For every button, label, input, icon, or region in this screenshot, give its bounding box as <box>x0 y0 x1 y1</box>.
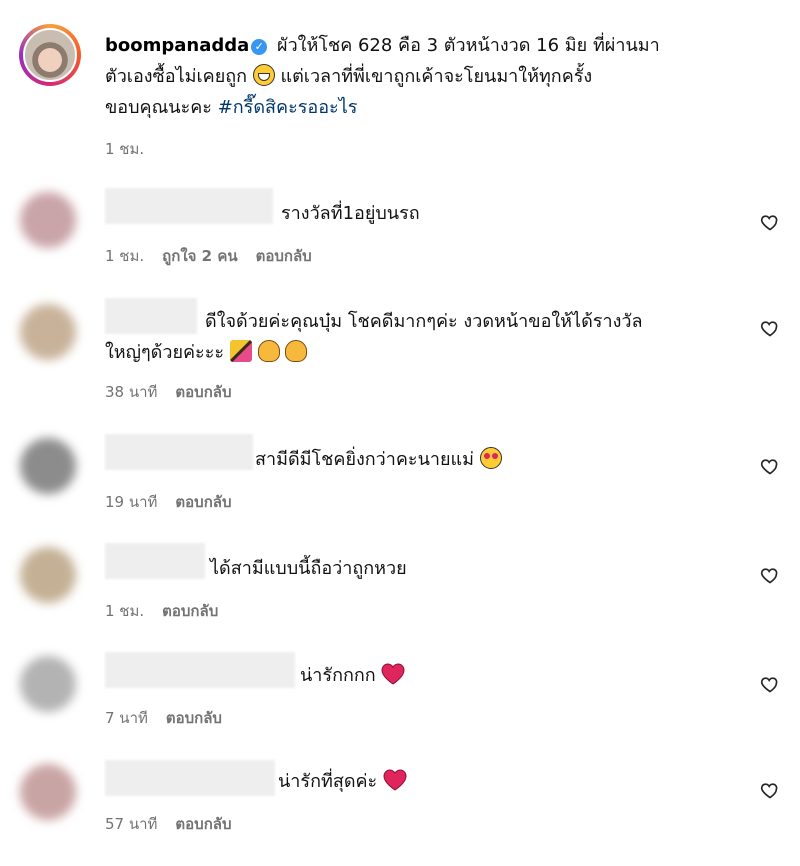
reply-button[interactable]: ตอบกลับ <box>256 247 312 265</box>
comment-meta: 57 นาที ตอบกลับ <box>105 812 250 836</box>
clapping-hands-emoji-icon <box>285 340 308 362</box>
reply-button[interactable]: ตอบกลับ <box>175 493 231 511</box>
commenter-name-blurred[interactable] <box>105 543 205 579</box>
caption-line2a: ตัวเองซื้อไม่เคยถูก <box>105 66 248 87</box>
caption: boompanadda ✓ ผัวให้โชค 628 คือ 3 ตัวหน้า… <box>105 30 785 123</box>
commenter-avatar[interactable] <box>20 304 76 360</box>
reply-button[interactable]: ตอบกลับ <box>175 815 231 833</box>
caption-line3: ขอบคุณนะคะ <box>105 97 212 118</box>
comment-meta: 19 นาที ตอบกลับ <box>105 490 250 514</box>
party-popper-emoji-icon <box>229 340 252 362</box>
comment-meta: 7 นาที ตอบกลับ <box>105 706 240 730</box>
red-heart-emoji-icon <box>381 663 405 685</box>
like-heart-icon[interactable] <box>760 780 780 800</box>
commenter-name-blurred[interactable] <box>105 652 295 688</box>
avatar[interactable] <box>23 28 77 82</box>
comment-meta: 1 ชม. ถูกใจ 2 คน ตอบกลับ <box>105 244 330 268</box>
comment-text-content: น่ารักที่สุดค่ะ <box>278 771 378 792</box>
comment-text: น่ารักที่สุดค่ะ <box>278 766 407 797</box>
reply-button[interactable]: ตอบกลับ <box>162 602 218 620</box>
post-timestamp[interactable]: 1 ชม. <box>105 137 144 161</box>
post-caption-block: boompanadda ✓ ผัวให้โชค 628 คือ 3 ตัวหน้า… <box>0 0 800 170</box>
commenter-avatar[interactable] <box>20 656 76 712</box>
username-link[interactable]: boompanadda <box>105 35 249 56</box>
caption-line2b: แต่เวลาที่พี่เขาถูกเค้าจะโยนมาให้ทุกครั้… <box>280 66 593 87</box>
like-heart-icon[interactable] <box>760 318 780 338</box>
comment-time[interactable]: 19 นาที <box>105 493 157 511</box>
comment-text-line1: ดีใจด้วยค่ะคุณบุ๋ม โชคดีมากๆค่ะ งวดหน้าข… <box>205 311 643 332</box>
red-heart-emoji-icon <box>383 769 407 791</box>
comment-text: ได้สามีแบบนี้ถือว่าถูกหวย <box>210 558 407 579</box>
comment-time[interactable]: 38 นาที <box>105 383 157 401</box>
comment-text: น่ารักกกก <box>300 660 405 691</box>
comment-time[interactable]: 1 ชม. <box>105 602 144 620</box>
like-heart-icon[interactable] <box>760 674 780 694</box>
comment-text-content: สามีดีมีโชคยิ่งกว่าคะนายแม่ <box>255 449 475 470</box>
comment-text: สามีดีมีโชคยิ่งกว่าคะนายแม่ <box>255 444 502 475</box>
commenter-name-blurred[interactable] <box>105 188 273 224</box>
comment-time[interactable]: 1 ชม. <box>105 247 144 265</box>
comment-text-line2: ใหญ่ๆด้วยค่ะะะ <box>105 342 225 363</box>
caption-line1: ผัวให้โชค 628 คือ 3 ตัวหน้างวด 16 มิย ที… <box>277 35 660 56</box>
verified-badge-icon: ✓ <box>251 39 268 55</box>
comment-text: รางวัลที่1อยู่บนรถ <box>281 203 420 224</box>
hashtag-link[interactable]: #กรี๊ดสิคะรออะไร <box>218 97 358 118</box>
commenter-avatar[interactable] <box>20 547 76 603</box>
commenter-avatar[interactable] <box>20 764 76 820</box>
comment-likes[interactable]: ถูกใจ 2 คน <box>162 247 237 265</box>
like-heart-icon[interactable] <box>760 456 780 476</box>
comment-time[interactable]: 7 นาที <box>105 709 148 727</box>
commenter-name-blurred[interactable] <box>105 760 275 796</box>
story-ring[interactable] <box>19 24 81 86</box>
commenter-avatar[interactable] <box>20 438 76 494</box>
comment-text-content: น่ารักกกก <box>300 665 376 686</box>
reply-button[interactable]: ตอบกลับ <box>175 383 231 401</box>
grinning-sweat-emoji-icon <box>252 64 275 86</box>
commenter-avatar[interactable] <box>20 192 76 248</box>
comment-meta: 1 ชม. ตอบกลับ <box>105 599 236 623</box>
heart-eyes-emoji-icon <box>479 447 502 469</box>
reply-button[interactable]: ตอบกลับ <box>166 709 222 727</box>
like-heart-icon[interactable] <box>760 212 780 232</box>
like-heart-icon[interactable] <box>760 565 780 585</box>
comment-text: ดีใจด้วยค่ะคุณบุ๋ม โชคดีมากๆค่ะ งวดหน้าข… <box>105 306 745 368</box>
commenter-name-blurred[interactable] <box>105 434 253 470</box>
comment-meta: 38 นาที ตอบกลับ <box>105 380 250 404</box>
comment-time[interactable]: 57 นาที <box>105 815 157 833</box>
clapping-hands-emoji-icon <box>257 340 280 362</box>
